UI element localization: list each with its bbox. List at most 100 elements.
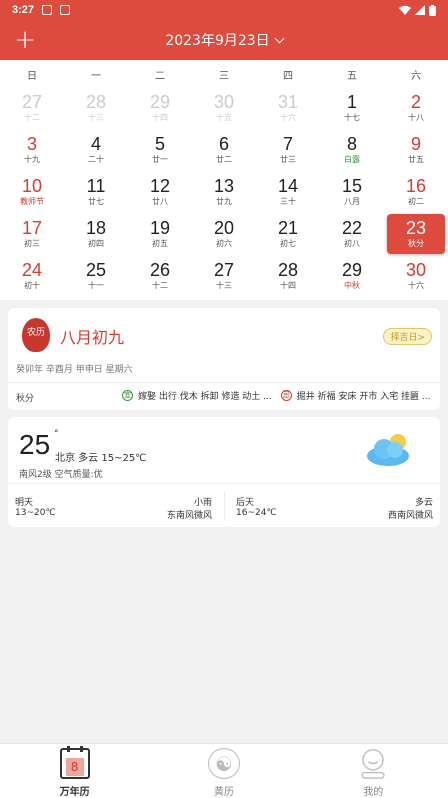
tab-calendar[interactable]: 8 万年历: [0, 744, 149, 798]
calendar-day[interactable]: 12 廿八: [128, 172, 192, 214]
calendar-day[interactable]: 5 廿一: [128, 130, 192, 172]
calendar-day[interactable]: 30 十六: [384, 256, 448, 298]
lunar-day-label: 十六: [408, 281, 424, 290]
day-number: 22: [341, 218, 363, 238]
calendar-day[interactable]: 17 初三: [0, 214, 64, 256]
weather-card[interactable]: 25 ° 北京 多云 15~25℃ 南风2级 空气质量:优 明天 小雨 13~2…: [8, 417, 440, 527]
weekday-label: 二: [155, 70, 165, 82]
chevron-down-icon: [274, 33, 285, 43]
day-number: 18: [85, 218, 107, 238]
day-number: 25: [85, 260, 107, 280]
day-number: 21: [277, 218, 299, 238]
lunar-day-label: 十九: [24, 155, 40, 164]
lunar-day-label: 初八: [344, 239, 360, 248]
day-number: 30: [213, 92, 235, 112]
day-number: 11: [86, 176, 106, 196]
calendar-day[interactable]: 24 初十: [0, 256, 64, 298]
day-number: 12: [149, 176, 171, 196]
lunar-day-label: 初二: [408, 197, 424, 206]
weekday-label: 四: [283, 70, 293, 82]
tab-almanac[interactable]: ☯ 黄历: [149, 744, 298, 798]
tab-profile[interactable]: 我的: [299, 744, 448, 798]
date-picker-button[interactable]: 2023年9月23日: [165, 30, 285, 50]
day-number: 14: [277, 176, 299, 196]
calendar-day[interactable]: 1 十七: [320, 88, 384, 130]
calendar-day[interactable]: 21 初七: [256, 214, 320, 256]
calendar-day[interactable]: 30 十五: [192, 88, 256, 130]
calendar-day[interactable]: 20 初六: [192, 214, 256, 256]
weekday-header: 日一二三四五六: [0, 60, 448, 88]
day-number: 31: [277, 92, 299, 112]
calendar-day[interactable]: 29 中秋: [320, 256, 384, 298]
lunar-day-label: 初四: [88, 239, 104, 248]
calendar-day[interactable]: 14 三十: [256, 172, 320, 214]
lunar-day-label: 三十: [280, 197, 296, 206]
weekday-label: 五: [347, 70, 357, 82]
weekday-label: 三: [219, 70, 229, 82]
solar-term: 秋分: [16, 394, 35, 404]
calendar-day[interactable]: 2 十八: [384, 88, 448, 130]
calendar-day[interactable]: 26 十二: [128, 256, 192, 298]
yi-activities: 嫁娶 出行 伐木 拆卸 修造 动土 ...: [138, 392, 272, 402]
calendar-day[interactable]: 28 十三: [64, 88, 128, 130]
yi-ji-row: 宜 嫁娶 出行 伐木 拆卸 修造 动土 ... 忌 掘井 祈福 安床 开市 入宅…: [122, 389, 431, 402]
calendar-day[interactable]: 13 廿九: [192, 172, 256, 214]
weekday-label: 六: [411, 70, 421, 82]
calendar-day[interactable]: 31 十六: [256, 88, 320, 130]
choose-auspicious-day-button[interactable]: 择吉日>: [383, 328, 432, 345]
signal-icon: [415, 5, 425, 15]
calendar-day[interactable]: 29 十四: [128, 88, 192, 130]
calendar-day[interactable]: 27 十三: [192, 256, 256, 298]
day-number: 20: [213, 218, 235, 238]
calendar-day[interactable]: 15 八月: [320, 172, 384, 214]
lunar-day-label: 廿七: [88, 197, 104, 206]
day-after-condition: 多云: [414, 498, 433, 508]
calendar-day[interactable]: 6 廿二: [192, 130, 256, 172]
lunar-day-label: 教师节: [20, 197, 44, 206]
calendar-day[interactable]: 9 廿五: [384, 130, 448, 172]
calendar-day[interactable]: 19 初五: [128, 214, 192, 256]
calendar-day-selected[interactable]: 23 秋分: [387, 214, 445, 254]
day-number: 24: [21, 260, 43, 280]
calendar-day[interactable]: 10 教师节: [0, 172, 64, 214]
calendar-day[interactable]: 8 白露: [320, 130, 384, 172]
notification-icon: [42, 5, 53, 15]
calendar-day[interactable]: 7 廿三: [256, 130, 320, 172]
calendar-day[interactable]: 16 初二: [384, 172, 448, 214]
calendar-icon: 8: [59, 746, 90, 779]
ji-activities: 掘井 祈福 安床 开市 入宅 挂匾 ...: [296, 392, 431, 402]
calendar-day[interactable]: 22 初八: [320, 214, 384, 256]
bottom-tab-bar: 8 万年历 ☯ 黄历 我的: [0, 743, 448, 798]
calendar-day[interactable]: 25 十一: [64, 256, 128, 298]
lunar-day-label: 廿五: [408, 155, 424, 164]
app-notification-icon: [60, 5, 71, 15]
almanac-card[interactable]: 农历 八月初九 择吉日> 癸卯年 辛酉月 甲申日 星期六 秋分 宜 嫁娶 出行 …: [8, 308, 440, 410]
calendar-day[interactable]: 27 十二: [0, 88, 64, 130]
day-number: 29: [341, 260, 363, 280]
day-number: 16: [405, 176, 427, 196]
calendar-day[interactable]: 3 十九: [0, 130, 64, 172]
lunar-day-label: 二十: [88, 155, 104, 164]
calendar-day[interactable]: 28 十四: [256, 256, 320, 298]
tab-label: 黄历: [213, 787, 234, 798]
calendar-day[interactable]: 4 二十: [64, 130, 128, 172]
lunar-day-label: 中秋: [344, 281, 360, 290]
day-number: 28: [277, 260, 299, 280]
day-number: 6: [218, 134, 229, 154]
weekday-label: 日: [27, 70, 37, 82]
lunar-day-label: 初三: [24, 239, 40, 248]
add-button[interactable]: +: [10, 25, 40, 55]
tomorrow-range: 13~20℃: [15, 508, 56, 518]
lunar-day-label: 廿八: [152, 197, 168, 206]
day-number: 19: [149, 218, 171, 238]
calendar-day[interactable]: 18 初四: [64, 214, 128, 256]
tomorrow-condition: 小雨: [193, 498, 212, 508]
weather-wind-aqi: 南风2级 空气质量:优: [19, 470, 103, 480]
tomorrow-label: 明天: [15, 498, 34, 508]
calendar-day[interactable]: 11 廿七: [64, 172, 128, 214]
divider: [224, 491, 225, 521]
lunar-day-label: 八月: [344, 197, 360, 206]
day-after-wind: 西南风微风: [387, 511, 433, 521]
day-number: 4: [90, 134, 101, 154]
lunar-date: 八月初九: [60, 328, 125, 347]
